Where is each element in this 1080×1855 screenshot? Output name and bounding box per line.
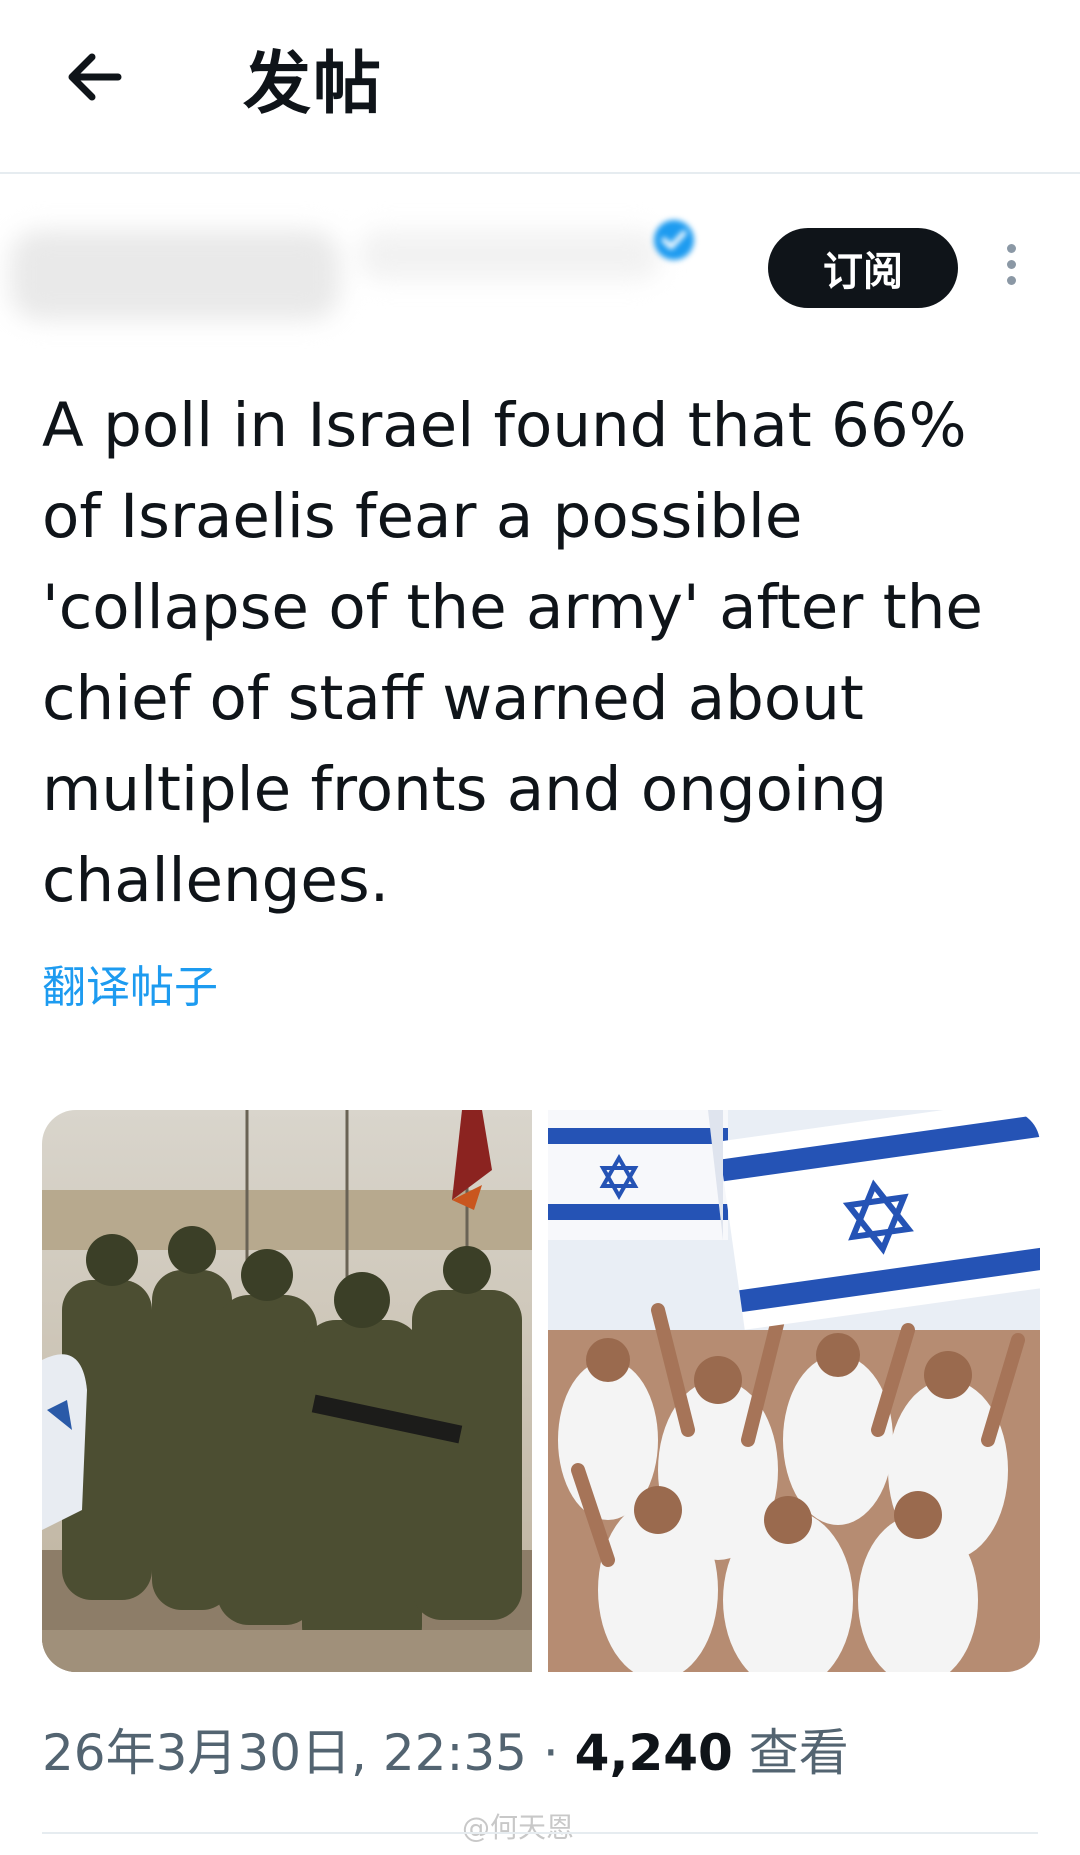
translate-post-link[interactable]: 翻译帖子 — [42, 958, 218, 1018]
verified-badge-icon — [654, 220, 694, 260]
divider — [42, 1832, 1038, 1834]
post-meta: 26年3月30日, 22:35 · 4,240 查看 — [42, 1718, 849, 1788]
arrow-left-icon — [68, 53, 122, 101]
top-bar: 发帖 — [0, 0, 1080, 174]
subscribe-button[interactable]: 订阅 — [768, 228, 958, 308]
author-name-redacted — [0, 210, 680, 340]
more-vertical-icon — [996, 244, 1026, 285]
post-text: A poll in Israel found that 66% of Israe… — [42, 390, 983, 916]
back-button[interactable] — [60, 42, 130, 112]
flags-crowd-photo[interactable] — [548, 1110, 1040, 1672]
views-count: 4,240 — [574, 1724, 733, 1782]
author-info[interactable] — [0, 200, 720, 350]
page-title: 发帖 — [243, 45, 384, 124]
post-timestamp[interactable]: 26年3月30日, 22:35 — [42, 1724, 527, 1782]
post-media — [42, 1110, 1040, 1672]
watermark: @何天恩 — [462, 1811, 575, 1844]
soldiers-photo[interactable] — [42, 1110, 532, 1672]
views-label: 查看 — [748, 1724, 849, 1782]
more-options-button[interactable] — [996, 244, 1026, 294]
meta-separator: · — [542, 1724, 559, 1782]
